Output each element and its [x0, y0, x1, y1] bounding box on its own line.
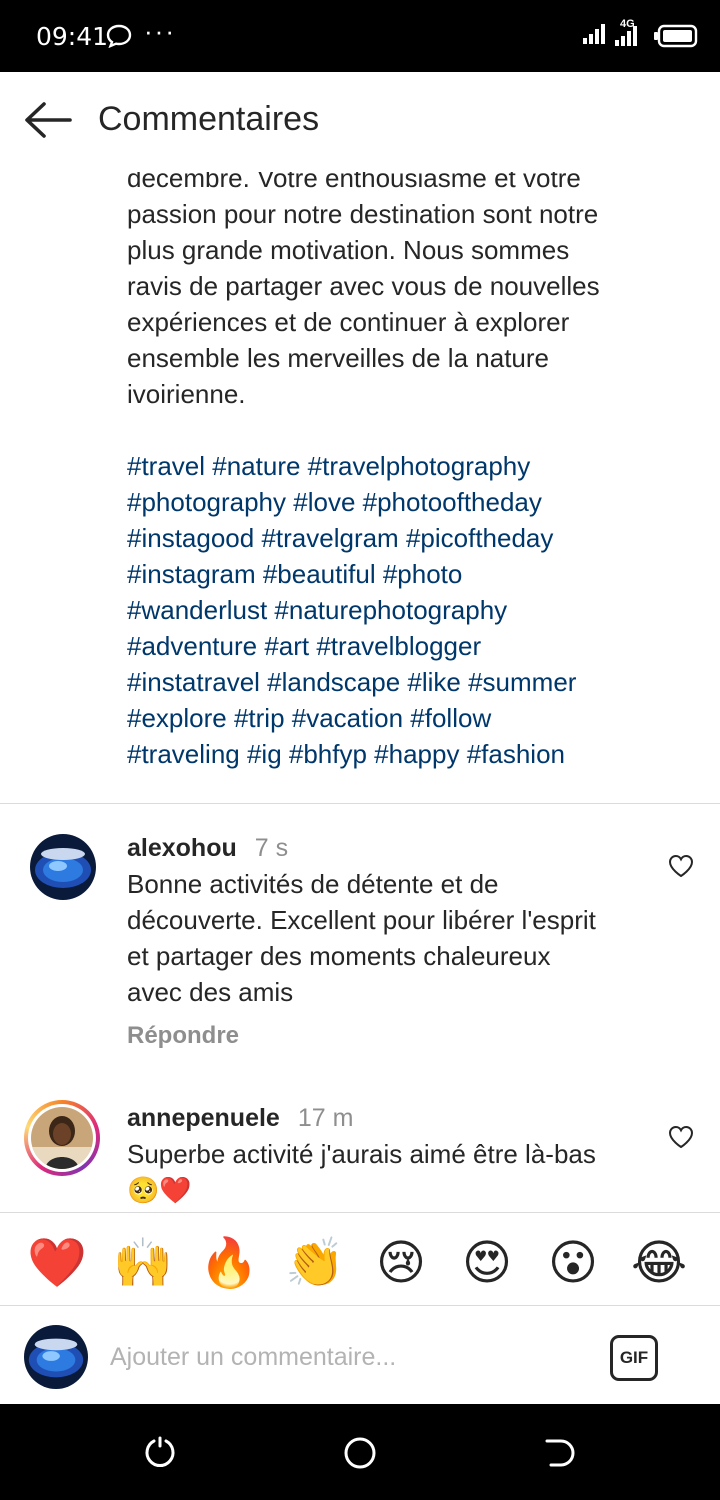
comment-time: 17 m — [297, 1104, 354, 1132]
battery-icon — [654, 24, 698, 48]
post-caption: décembre. Votre enthousiasme et votre pa… — [127, 160, 687, 772]
page-title: Commentaires — [98, 100, 320, 138]
avatar-story-ring[interactable] — [24, 1100, 100, 1176]
comment-header: annepenuele 17 m — [127, 1104, 353, 1133]
more-notifications-icon: ··· — [144, 16, 176, 46]
comment-text: Superbe activité j'aurais aimé être là-b… — [127, 1139, 596, 1205]
comment-username[interactable]: annepenuele — [127, 1104, 280, 1132]
caption-hashtags[interactable]: #travel #nature #travelphotography #phot… — [127, 448, 687, 772]
status-time: 09:41 — [36, 22, 109, 51]
emoji-reaction-bar: ❤️ 🙌 🔥 👏 😢 😍 😮 😂 — [0, 1212, 720, 1306]
recent-apps-icon[interactable] — [143, 1436, 177, 1470]
comment-username[interactable]: alexohou — [127, 834, 237, 862]
status-bar: 09:41 ··· 4G — [0, 0, 720, 72]
like-heart-icon[interactable] — [668, 1125, 694, 1149]
comment-composer: GIF — [0, 1307, 720, 1404]
emoji-clapping-hands[interactable]: 👏 — [285, 1233, 345, 1293]
emoji-tears-of-joy[interactable]: 😂 — [629, 1233, 689, 1293]
system-navigation-bar — [0, 1404, 720, 1500]
emoji-heart[interactable]: ❤️ — [27, 1233, 87, 1293]
comment-text: Bonne activités de détente et de découve… — [127, 869, 596, 1007]
like-heart-icon[interactable] — [668, 854, 694, 878]
back-icon[interactable] — [543, 1436, 577, 1470]
signal-strength-icon — [583, 24, 605, 44]
reply-button[interactable]: Répondre — [127, 1022, 239, 1050]
back-arrow-icon[interactable] — [22, 100, 74, 140]
emoji-crying-face[interactable]: 😢 — [371, 1233, 431, 1293]
home-icon[interactable] — [343, 1436, 377, 1470]
avatar — [31, 1107, 93, 1169]
comment-input[interactable] — [110, 1335, 580, 1379]
network-type: 4G — [620, 18, 635, 30]
comment-header: alexohou 7 s — [127, 834, 288, 863]
emoji-raised-hands[interactable]: 🙌 — [113, 1233, 173, 1293]
avatar — [24, 1325, 88, 1389]
message-bubble-icon — [106, 24, 132, 48]
comment-time: 7 s — [254, 834, 289, 862]
caption-text: décembre. Votre enthousiasme et votre pa… — [127, 163, 600, 409]
gif-button[interactable]: GIF — [610, 1335, 658, 1381]
avatar[interactable] — [30, 834, 96, 900]
emoji-fire[interactable]: 🔥 — [199, 1233, 259, 1293]
emoji-surprised-face[interactable]: 😮 — [543, 1233, 603, 1293]
divider — [0, 803, 720, 804]
emoji-heart-eyes[interactable]: 😍 — [457, 1233, 517, 1293]
page-header: Commentaires — [0, 72, 720, 172]
